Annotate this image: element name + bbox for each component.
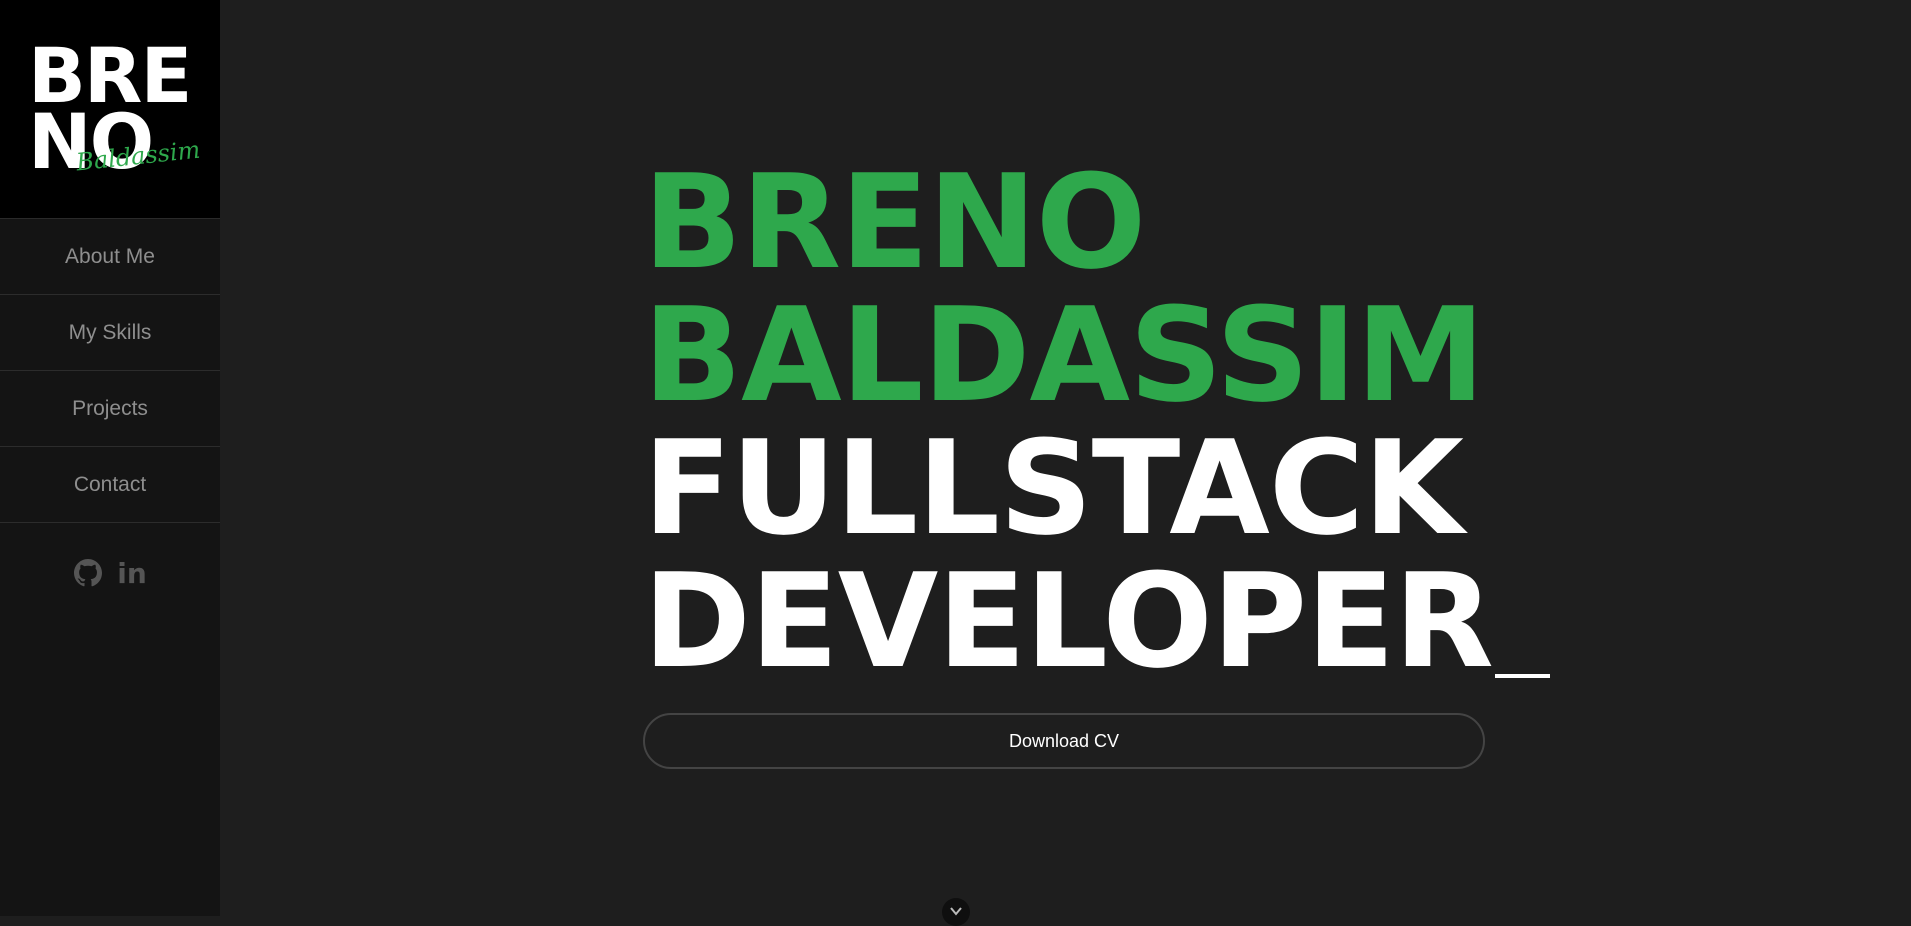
hero-role-line2-wrap: DEVELOPER <box>643 555 1551 688</box>
download-cv-button[interactable]: Download CV <box>643 713 1485 769</box>
nav-item-my-skills[interactable]: My Skills <box>0 295 220 371</box>
scroll-down-button[interactable] <box>942 898 970 926</box>
logo[interactable]: BRE NO Baldassim <box>0 0 220 219</box>
hero-role-line2: DEVELOPER <box>643 545 1494 697</box>
hero-name-first: BRENO <box>643 146 1146 298</box>
nav-item-contact[interactable]: Contact <box>0 447 220 523</box>
hero-heading: BRENO BALDASSIM FULLSTACK DEVELOPER <box>643 146 1551 688</box>
linkedin-glyph: in <box>117 556 147 590</box>
sidebar: BRE NO Baldassim About Me My Skills Proj… <box>0 0 220 916</box>
nav-item-about-me[interactable]: About Me <box>0 219 220 295</box>
hero-name-last: BALDASSIM <box>643 279 1485 431</box>
chevron-down-icon <box>950 907 962 916</box>
social-links: in <box>0 556 220 590</box>
typing-cursor <box>1495 674 1551 678</box>
github-icon[interactable] <box>72 557 104 589</box>
hero-role-line1: FULLSTACK <box>643 412 1464 564</box>
linkedin-icon[interactable]: in <box>116 556 148 590</box>
nav-item-projects[interactable]: Projects <box>0 371 220 447</box>
